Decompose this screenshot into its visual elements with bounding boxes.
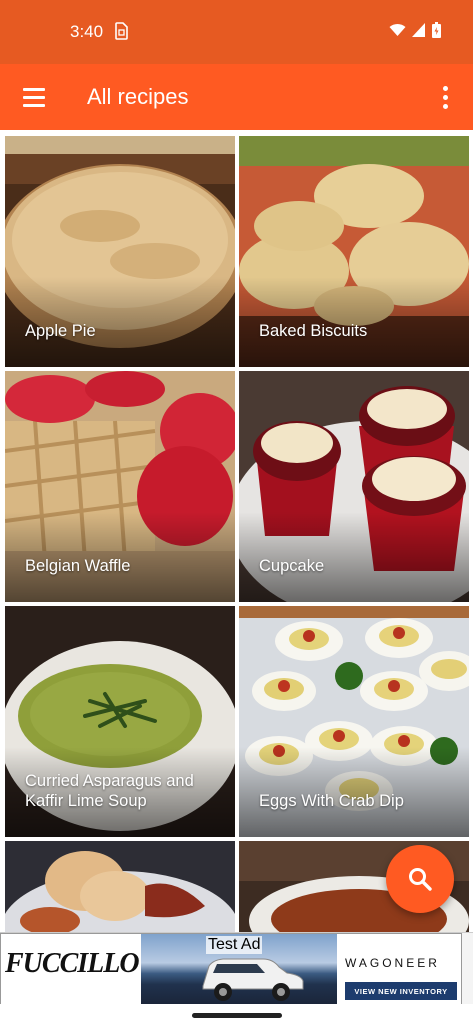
- recipe-card-curried-asparagus-soup[interactable]: Curried Asparagus and Kaffir Lime Soup: [5, 606, 235, 837]
- recipe-title: Eggs With Crab Dip: [259, 792, 404, 810]
- signal-icon: [412, 23, 425, 37]
- recipe-grid: Apple Pie Baked Biscuits Belgian Waffle …: [0, 130, 473, 932]
- breakfast-image: [5, 841, 235, 932]
- ad-test-label: Test Ad: [206, 936, 263, 954]
- app-bar: All recipes: [0, 64, 473, 130]
- ad-banner[interactable]: FUCCILLO Test Ad WAGONEER VIEW NEW INVEN…: [0, 932, 473, 1005]
- recipe-title: Belgian Waffle: [25, 557, 131, 575]
- recipe-title: Curried Asparagus and Kaffir Lime Soup: [25, 772, 194, 810]
- battery-icon: [432, 22, 441, 38]
- ad-cta-button[interactable]: VIEW NEW INVENTORY: [345, 982, 457, 1000]
- gesture-nav-handle[interactable]: [192, 1013, 282, 1018]
- recipe-card-belgian-waffle[interactable]: Belgian Waffle: [5, 371, 235, 602]
- ad-brand-logo: FUCCILLO: [5, 948, 140, 979]
- status-icons: [389, 22, 441, 38]
- recipe-card-eggs-with-crab-dip[interactable]: Eggs With Crab Dip: [239, 606, 469, 837]
- status-bar: 3:40: [0, 0, 473, 64]
- recipe-card-baked-biscuits[interactable]: Baked Biscuits: [239, 136, 469, 367]
- page-title: All recipes: [87, 84, 189, 109]
- hamburger-menu-icon[interactable]: [16, 81, 52, 113]
- recipe-title: Cupcake: [259, 557, 325, 575]
- wifi-icon: [389, 23, 406, 36]
- recipe-card-breakfast[interactable]: [5, 841, 235, 932]
- recipe-title: Apple Pie: [25, 322, 96, 340]
- more-vert-icon[interactable]: [433, 80, 457, 114]
- recipe-card-apple-pie[interactable]: Apple Pie: [5, 136, 235, 367]
- status-time: 3:40: [70, 22, 104, 41]
- recipe-title: Baked Biscuits: [259, 322, 368, 340]
- ad-content[interactable]: FUCCILLO Test Ad WAGONEER VIEW NEW INVEN…: [0, 933, 462, 1005]
- search-icon: [409, 868, 432, 891]
- ad-product-name: WAGONEER: [345, 956, 440, 970]
- search-fab[interactable]: [386, 845, 454, 913]
- sim-icon: [115, 22, 128, 40]
- recipe-card-cupcake[interactable]: Cupcake: [239, 371, 469, 602]
